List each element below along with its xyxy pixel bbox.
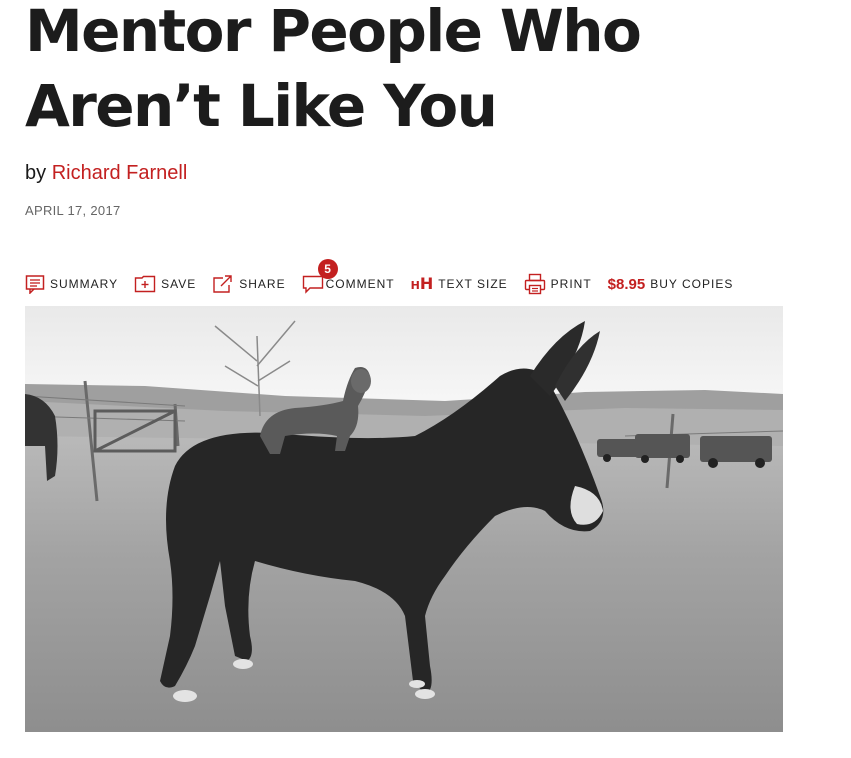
- summary-label: SUMMARY: [50, 277, 119, 291]
- summary-icon: [25, 274, 45, 294]
- author-link[interactable]: Richard Farnell: [52, 162, 188, 184]
- buy-copies-label: BUY COPIES: [650, 277, 734, 291]
- buy-copies-button[interactable]: $8.95 BUY COPIES: [608, 266, 734, 302]
- hero-image: [25, 306, 783, 732]
- byline: by Richard Farnell: [25, 161, 187, 185]
- comment-count-badge: 5: [317, 259, 338, 279]
- share-label: SHARE: [239, 277, 286, 291]
- article-title: Mentor People Who Aren’t Like You: [25, 0, 642, 140]
- text-size-label: TEXT SIZE: [438, 277, 508, 291]
- publish-date: APRIL 17, 2017: [25, 203, 121, 218]
- text-size-icon: HH: [410, 274, 434, 293]
- print-button[interactable]: PRINT: [524, 266, 592, 302]
- save-button[interactable]: SAVE: [134, 266, 196, 302]
- summary-button[interactable]: SUMMARY: [25, 266, 118, 302]
- byline-prefix: by: [25, 162, 47, 184]
- print-label: PRINT: [550, 277, 592, 291]
- price: $8.95: [607, 275, 646, 293]
- share-button[interactable]: SHARE: [212, 266, 285, 302]
- text-size-button[interactable]: HH TEXT SIZE: [411, 266, 508, 302]
- comment-icon: [302, 274, 324, 294]
- share-icon: [212, 274, 234, 294]
- article-toolbar: SUMMARY SAVE SHARE 5 COMMENT HH TEXT SIZ…: [25, 259, 749, 302]
- save-label: SAVE: [161, 277, 197, 291]
- print-icon: [524, 273, 546, 295]
- comment-button[interactable]: 5 COMMENT: [302, 259, 395, 302]
- save-icon: [134, 275, 156, 293]
- comment-label: COMMENT: [325, 277, 395, 291]
